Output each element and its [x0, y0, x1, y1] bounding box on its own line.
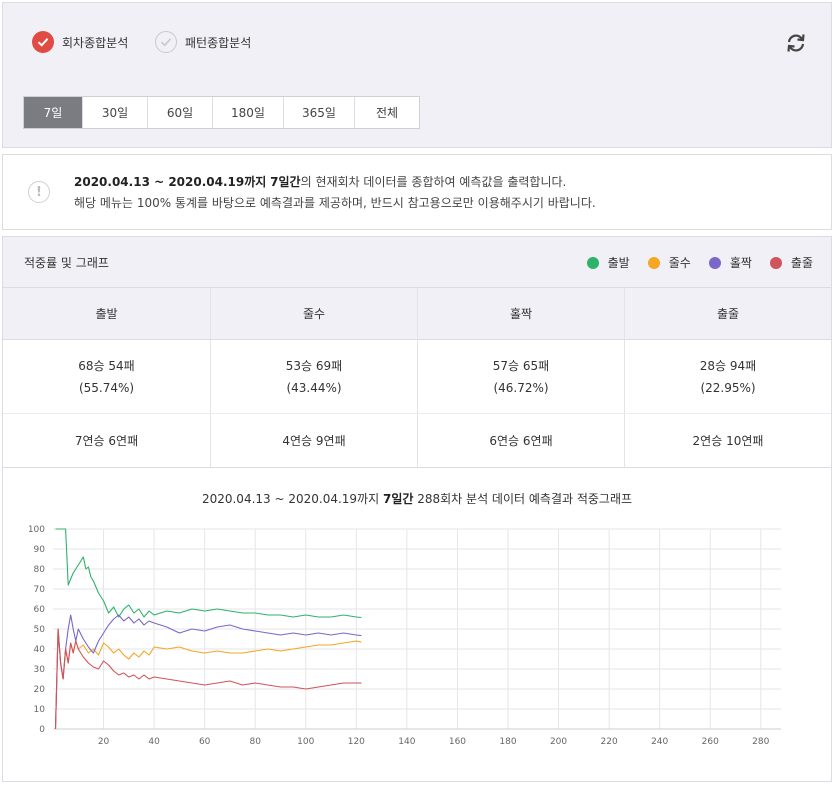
- period-tab-60[interactable]: 60일: [148, 97, 213, 128]
- y-tick-label: 50: [34, 625, 46, 635]
- y-tick-label: 30: [34, 665, 46, 675]
- stats-table: 출발 줄수 홀짝 출줄 68승 54패 (55.74%) 53승 69패 (43.4…: [3, 288, 831, 468]
- period-tabs: 7일 30일 60일 180일 365일 전체: [23, 96, 420, 129]
- notice-box: ! 2020.04.13 ~ 2020.04.19까지 7일간의 현재회차 데이…: [2, 154, 832, 230]
- record-value: 68승 54패: [78, 358, 135, 373]
- rate-value: (46.72%): [493, 380, 549, 395]
- record-value: 57승 65패: [492, 358, 550, 373]
- period-tab-365[interactable]: 365일: [284, 97, 355, 128]
- x-tick-label: 140: [398, 737, 415, 747]
- period-tab-all[interactable]: 전체: [355, 97, 419, 128]
- x-tick-label: 120: [348, 737, 365, 747]
- column-header: 줄수: [211, 288, 418, 339]
- y-tick-label: 100: [29, 525, 45, 535]
- legend-item: 홀짝: [708, 254, 752, 271]
- y-tick-label: 20: [34, 685, 46, 695]
- legend-dot: [708, 256, 721, 269]
- x-tick-label: 180: [499, 737, 516, 747]
- legend-label: 홀짝: [729, 256, 752, 270]
- legend-item: 줄수: [647, 254, 691, 271]
- x-tick-label: 280: [752, 737, 769, 747]
- record-cell: 57승 65패 (46.72%): [418, 340, 625, 413]
- column-header: 출줄: [716, 306, 740, 321]
- notice-line-1: 2020.04.13 ~ 2020.04.19까지 7일간의 현재회차 데이터를…: [74, 173, 566, 190]
- exclamation-icon: !: [28, 181, 50, 203]
- chart-title-days: 7일간: [382, 492, 414, 506]
- x-tick-label: 80: [249, 737, 261, 747]
- radio-round-analysis[interactable]: 회차종합분석: [32, 29, 128, 55]
- chart-title-range: 2020.04.13 ~ 2020.04.19까지: [201, 492, 380, 506]
- series-line: [55, 528, 362, 619]
- y-tick-label: 60: [34, 605, 46, 615]
- result-panel: 적중률 및 그래프 출발 줄수 홀짝 출줄 출발 줄수 홀짝 출줄 68승 54…: [2, 236, 832, 782]
- check-icon: [155, 31, 177, 53]
- notice-range: 2020.04.13 ~ 2020.04.19까지: [74, 175, 267, 189]
- x-tick-label: 240: [651, 737, 668, 747]
- column-header: 홀짝: [418, 288, 625, 339]
- rate-value: (55.74%): [78, 380, 135, 395]
- rate-value: (43.44%): [286, 380, 342, 395]
- notice-line-1-rest: 의 현재회차 데이터를 종합하여 예측값을 출력합니다.: [300, 175, 567, 189]
- legend-label: 출발: [607, 256, 630, 270]
- record-cell: 28승 94패 (22.95%): [625, 340, 831, 413]
- period-tab-180[interactable]: 180일: [213, 97, 284, 128]
- legend-dot: [586, 256, 599, 269]
- y-tick-label: 90: [34, 545, 46, 555]
- legend-item: 출줄: [769, 254, 813, 271]
- legend-label: 출줄: [790, 256, 813, 270]
- record-cell: 53승 69패 (43.44%): [211, 340, 418, 413]
- legend-label: 줄수: [668, 256, 691, 270]
- rate-value: (22.95%): [700, 380, 756, 395]
- chart-title: 2020.04.13 ~ 2020.04.19까지 7일간 288회차 분석 데…: [3, 490, 831, 507]
- radio-pattern-analysis-label: 패턴종합분석: [185, 35, 252, 50]
- record-value: 53승 69패: [285, 358, 343, 373]
- record-cell: 68승 54패 (55.74%): [3, 340, 211, 413]
- x-tick-label: 40: [148, 737, 160, 747]
- x-tick-label: 20: [98, 737, 110, 747]
- result-header: 적중률 및 그래프 출발 줄수 홀짝 출줄: [3, 237, 831, 288]
- radio-round-analysis-label: 회차종합분석: [62, 35, 129, 50]
- radio-pattern-analysis[interactable]: 패턴종합분석: [155, 29, 251, 55]
- legend-item: 출발: [586, 254, 630, 271]
- series-line: [54, 628, 362, 730]
- analysis-options-panel: 회차종합분석 패턴종합분석 7일 30일 60일 180일 365일 전체: [2, 2, 832, 148]
- refresh-icon[interactable]: [784, 31, 808, 55]
- x-tick-label: 220: [601, 737, 618, 747]
- series-line: [54, 628, 362, 730]
- notice-days: 7일간: [270, 175, 301, 189]
- chart-legend: 출발 줄수 홀짝 출줄: [569, 254, 813, 271]
- x-tick-label: 100: [297, 737, 314, 747]
- streak-cell: 2연승 10연패: [692, 433, 764, 448]
- streak-cell: 6연승 6연패: [418, 414, 625, 467]
- streak-cell: 4연승 9연패: [211, 414, 418, 467]
- record-value: 28승 94패: [699, 358, 757, 373]
- check-icon: [32, 31, 54, 53]
- table-row-streak: 7연승 6연패 4연승 9연패 6연승 6연패 2연승 10연패: [3, 414, 831, 468]
- legend-dot: [769, 256, 782, 269]
- series-line: [54, 614, 362, 730]
- notice-line-2: 해당 메뉴는 100% 통계를 바탕으로 예측결과를 제공하며, 반드시 참고용…: [74, 196, 596, 210]
- x-tick-label: 260: [702, 737, 719, 747]
- accuracy-line-chart: 0 10 20 30 40 50 60 70 80 90 100 20 40 60 80 100 120 140 1…: [29, 525, 781, 747]
- y-tick-label: 80: [34, 565, 46, 575]
- period-tab-30[interactable]: 30일: [83, 97, 148, 128]
- y-tick-label: 70: [34, 585, 46, 595]
- streak-cell: 7연승 6연패: [3, 414, 211, 467]
- x-tick-label: 60: [199, 737, 211, 747]
- table-row-record: 68승 54패 (55.74%) 53승 69패 (43.44%) 57승 65패 (…: [3, 340, 831, 414]
- period-tab-7[interactable]: 7일: [24, 97, 83, 128]
- y-tick-label: 40: [34, 645, 46, 655]
- result-title: 적중률 및 그래프: [24, 256, 109, 270]
- y-tick-label: 0: [39, 725, 45, 735]
- y-tick-label: 10: [34, 705, 46, 715]
- chart-title-rest: 288회차 분석 데이터 예측결과 적중그래프: [417, 492, 633, 506]
- x-tick-label: 160: [449, 737, 466, 747]
- column-header: 출발: [3, 288, 211, 339]
- x-tick-label: 200: [550, 737, 567, 747]
- legend-dot: [647, 256, 660, 269]
- table-header-row: 출발 줄수 홀짝 출줄: [3, 288, 831, 340]
